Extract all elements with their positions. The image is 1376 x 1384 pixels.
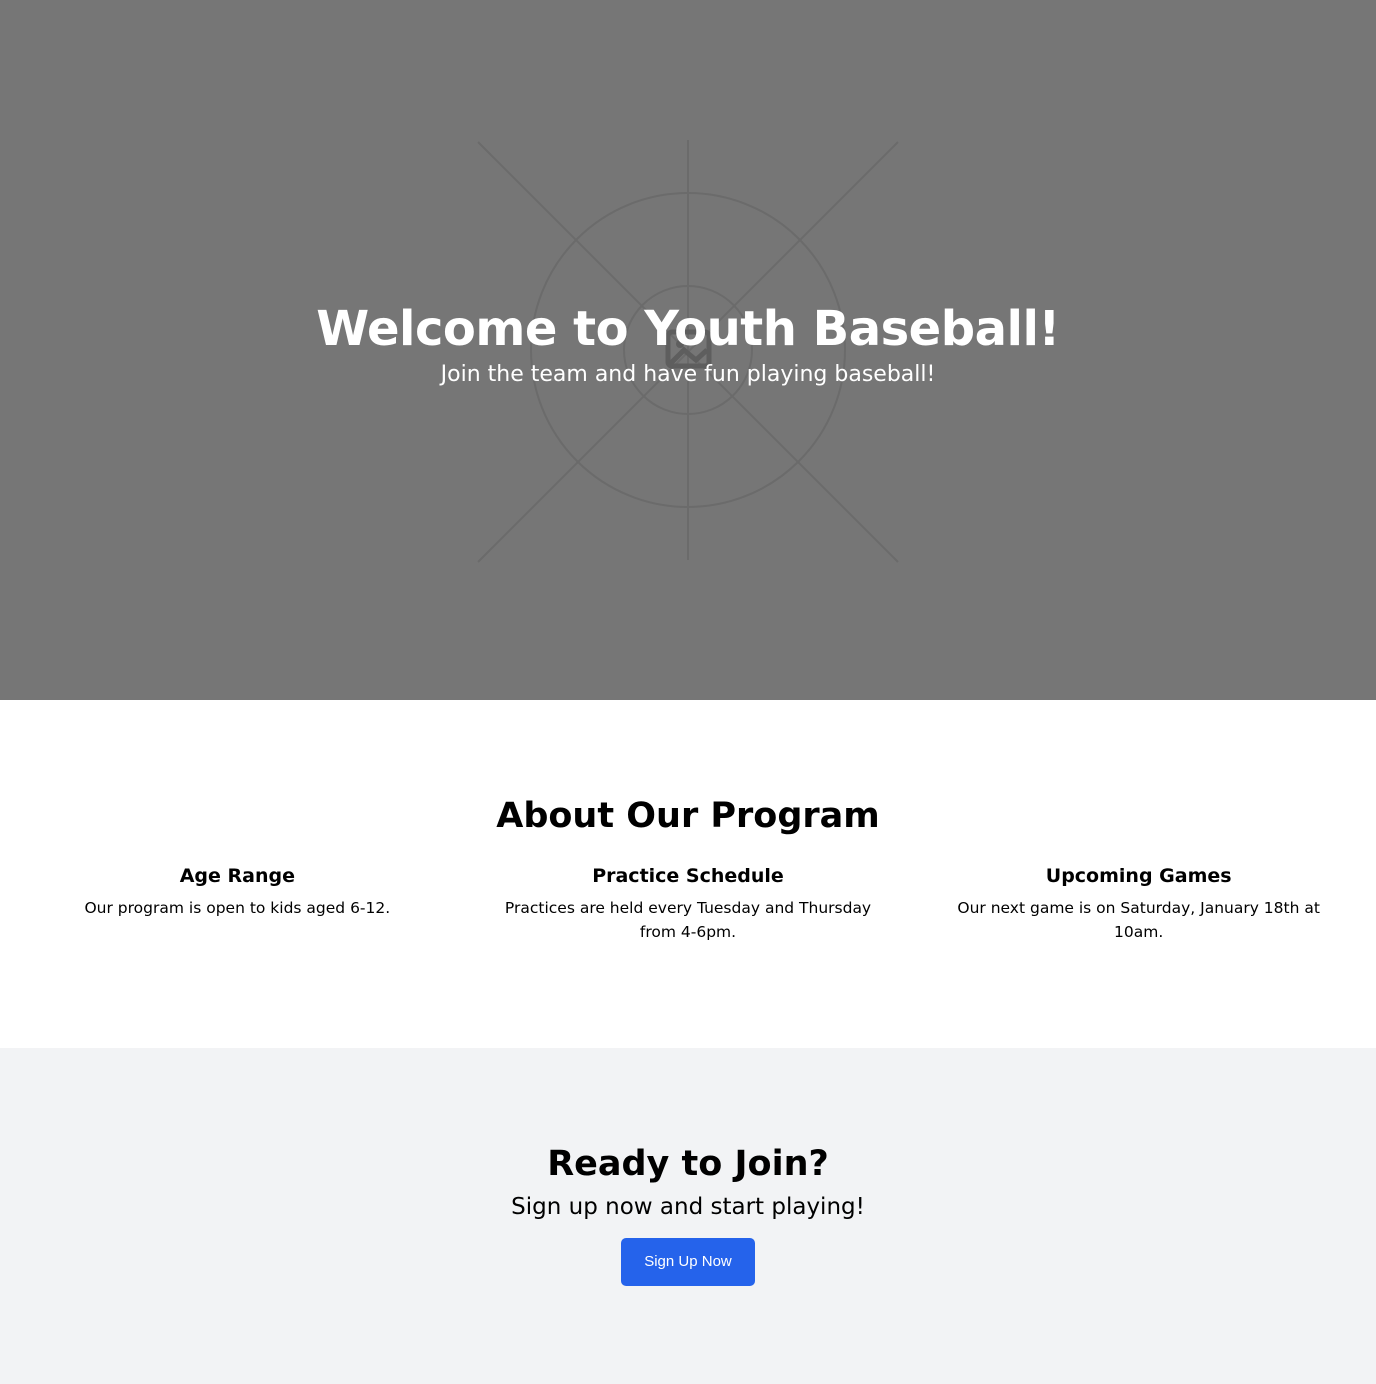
cta-section: Ready to Join? Sign up now and start pla… — [0, 1048, 1376, 1384]
hero-subtitle: Join the team and have fun playing baseb… — [440, 362, 936, 387]
feature-title: Upcoming Games — [1045, 865, 1232, 887]
sign-up-button[interactable]: Sign Up Now — [621, 1238, 755, 1286]
feature-text: Practices are held every Tuesday and Thu… — [504, 899, 872, 941]
feature-text: Our next game is on Saturday, January 18… — [957, 899, 1320, 941]
cta-subtitle: Sign up now and start playing! — [511, 1194, 865, 1220]
hero-text: Welcome to Youth Baseball! Join the team… — [0, 298, 1376, 390]
about-title: About Our Program — [496, 796, 880, 836]
cta-title: Ready to Join? — [547, 1144, 829, 1184]
feature-text: Our program is open to kids aged 6-12. — [84, 899, 391, 917]
about-section: About Our Program Age Range Our program … — [0, 700, 1376, 1048]
feature-upcoming-games: Upcoming Games Our next game is on Satur… — [913, 862, 1364, 944]
features-row: Age Range Our program is open to kids ag… — [0, 862, 1376, 944]
hero-section: Welcome to Youth Baseball! Join the team… — [0, 0, 1376, 700]
hero-title: Welcome to Youth Baseball! — [316, 301, 1060, 357]
feature-title: Practice Schedule — [592, 865, 784, 887]
feature-title: Age Range — [179, 865, 295, 887]
feature-practice-schedule: Practice Schedule Practices are held eve… — [463, 862, 914, 944]
feature-age-range: Age Range Our program is open to kids ag… — [12, 862, 463, 944]
